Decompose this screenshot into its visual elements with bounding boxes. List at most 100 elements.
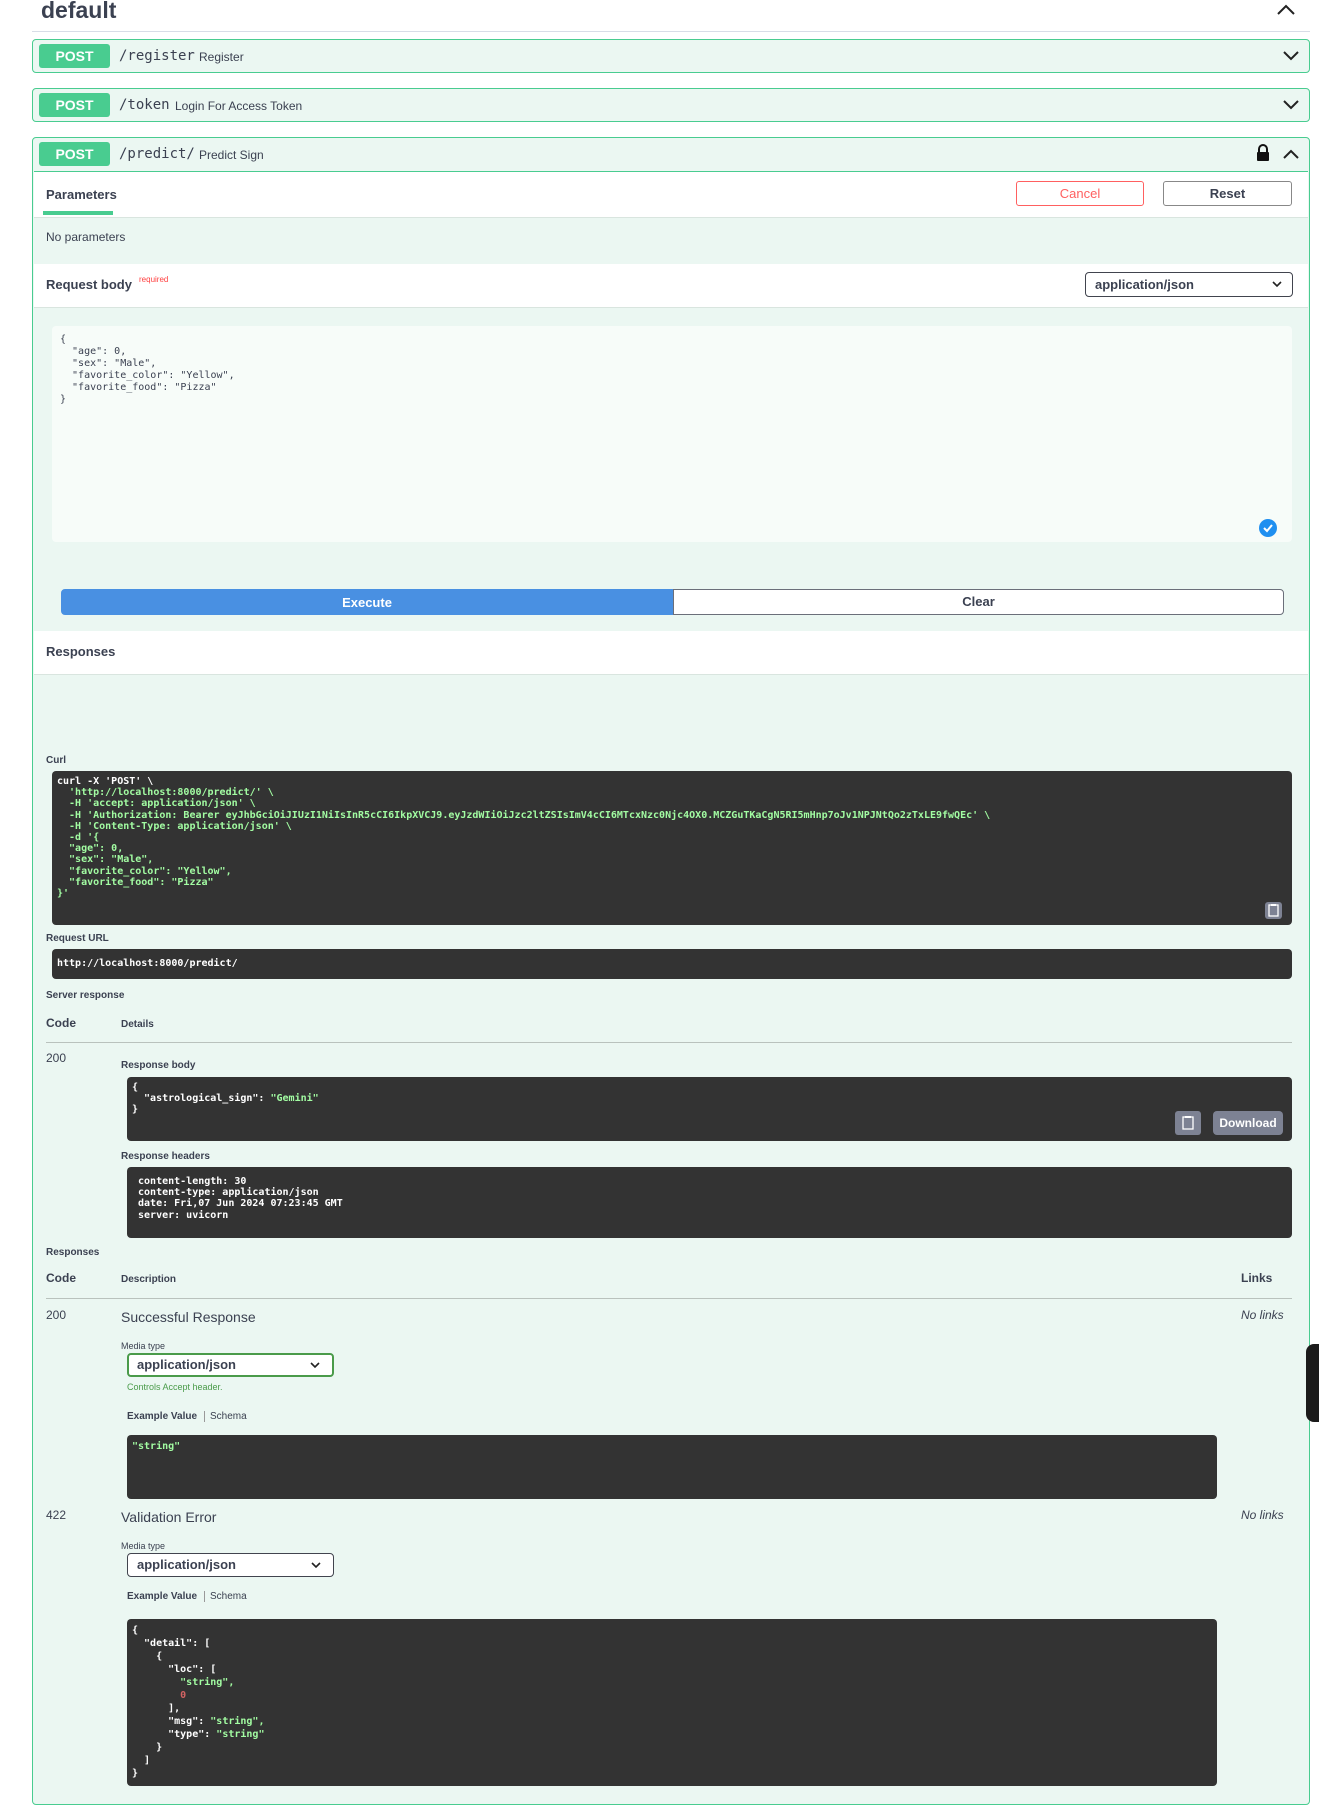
operation-path: /predict/ bbox=[119, 146, 195, 162]
server-response-label: Server response bbox=[46, 990, 125, 1001]
parameters-header: Parameters Cancel Reset bbox=[34, 172, 1308, 217]
tab-divider bbox=[204, 1411, 205, 1422]
divider bbox=[34, 307, 1308, 308]
divider bbox=[46, 1042, 1292, 1043]
chevron-down-icon[interactable] bbox=[1281, 96, 1301, 114]
request-url-label: Request URL bbox=[46, 933, 109, 944]
download-button[interactable]: Download bbox=[1213, 1111, 1283, 1135]
tab-example-value[interactable]: Example Value bbox=[127, 1411, 197, 1422]
curl-line: 'http://localhost:8000/predict/' \ bbox=[57, 787, 274, 799]
method-badge: POST bbox=[39, 142, 110, 166]
valid-check-icon bbox=[1259, 519, 1277, 537]
media-type-select[interactable]: application/json bbox=[127, 1553, 334, 1577]
curl-label: Curl bbox=[46, 755, 66, 766]
description-column-header: Description bbox=[121, 1274, 177, 1285]
copy-icon[interactable] bbox=[1175, 1111, 1201, 1135]
curl-line: "favorite_color": "Yellow", bbox=[57, 865, 232, 877]
response-code: 200 bbox=[46, 1308, 67, 1322]
tag-header[interactable]: default bbox=[32, 0, 1310, 32]
chevron-down-icon[interactable] bbox=[1281, 47, 1301, 65]
content-type-select[interactable]: application/json bbox=[1085, 272, 1293, 297]
example-value-block: { "detail": [ { "loc": [ "string", 0 ], … bbox=[127, 1619, 1217, 1786]
request-body-title: Request body bbox=[46, 277, 132, 292]
reset-button[interactable]: Reset bbox=[1163, 181, 1292, 206]
links-column-header: Links bbox=[1241, 1271, 1273, 1285]
curl-line: "age": 0, bbox=[57, 843, 124, 855]
operation-summary-text: Login For Access Token bbox=[175, 99, 303, 113]
tab-example-value[interactable]: Example Value bbox=[127, 1591, 197, 1602]
response-description: Successful Response bbox=[121, 1309, 256, 1325]
details-column-header: Details bbox=[121, 1019, 154, 1030]
curl-line: "sex": "Male", bbox=[57, 854, 154, 866]
json-brace: } bbox=[132, 1104, 139, 1116]
operation-summary-text: Predict Sign bbox=[199, 148, 264, 162]
copy-icon[interactable] bbox=[1265, 902, 1282, 919]
response-links: No links bbox=[1241, 1308, 1284, 1322]
tag-title: default bbox=[41, 0, 117, 23]
response-description: Validation Error bbox=[121, 1509, 217, 1525]
tab-parameters[interactable]: Parameters bbox=[46, 187, 117, 202]
media-type-label: Media type bbox=[121, 1341, 166, 1351]
operation-summary-text: Register bbox=[199, 50, 244, 64]
response-body-label: Response body bbox=[121, 1060, 196, 1071]
json-line: "astrological_sign": "Gemini" bbox=[132, 1093, 319, 1105]
tab-underline bbox=[43, 211, 113, 215]
operation-summary[interactable]: POST /register Register bbox=[33, 40, 1309, 73]
curl-code-block[interactable]: curl -X 'POST' \ 'http://localhost:8000/… bbox=[52, 771, 1292, 925]
operation-predict: POST /predict/ Predict Sign Parameters C… bbox=[32, 137, 1310, 1805]
request-body-header: Request body required application/json bbox=[34, 264, 1308, 307]
operation-token[interactable]: POST /token Login For Access Token bbox=[32, 88, 1310, 122]
code-column-header: Code bbox=[46, 1271, 76, 1285]
execute-button[interactable]: Execute bbox=[61, 589, 673, 615]
curl-line: -H 'accept: application/json' \ bbox=[57, 798, 256, 810]
operation-summary[interactable]: POST /token Login For Access Token bbox=[33, 89, 1309, 122]
curl-line: }' bbox=[57, 888, 70, 900]
divider bbox=[34, 217, 1308, 218]
request-url-value: http://localhost:8000/predict/ bbox=[52, 949, 1292, 979]
response-body-block[interactable]: { "astrological_sign": "Gemini"} bbox=[127, 1077, 1292, 1141]
example-value-block: "string" bbox=[127, 1435, 1217, 1499]
code-column-header: Code bbox=[46, 1016, 76, 1030]
curl-line: -H 'Content-Type: application/json' \ bbox=[57, 820, 292, 832]
operation-summary[interactable]: POST /predict/ Predict Sign bbox=[33, 138, 1309, 171]
chevron-up-icon[interactable] bbox=[1281, 145, 1301, 163]
response-headers-label: Response headers bbox=[121, 1151, 210, 1162]
responses-label: Responses bbox=[46, 1247, 100, 1258]
tab-schema[interactable]: Schema bbox=[210, 1591, 247, 1602]
chevron-up-icon[interactable] bbox=[1274, 0, 1298, 20]
operation-register[interactable]: POST /register Register bbox=[32, 39, 1310, 73]
response-links: No links bbox=[1241, 1508, 1284, 1522]
operation-path: /register bbox=[119, 48, 195, 64]
controls-accept-text: Controls Accept header. bbox=[127, 1382, 223, 1392]
method-badge: POST bbox=[39, 44, 110, 68]
server-response-code: 200 bbox=[46, 1051, 67, 1065]
divider bbox=[34, 674, 1308, 675]
curl-line: "favorite_food": "Pizza" bbox=[57, 876, 214, 888]
cancel-button[interactable]: Cancel bbox=[1016, 181, 1144, 206]
required-label: required bbox=[139, 275, 169, 284]
tab-schema[interactable]: Schema bbox=[210, 1411, 247, 1422]
media-type-value: application/json bbox=[137, 1357, 236, 1372]
no-parameters-text: No parameters bbox=[46, 230, 126, 244]
request-body-editor[interactable]: { "age": 0, "sex": "Male", "favorite_col… bbox=[52, 326, 1292, 542]
chevron-down-icon bbox=[311, 1562, 321, 1569]
media-type-value: application/json bbox=[137, 1557, 236, 1572]
divider bbox=[46, 1298, 1292, 1299]
response-headers-block: content-length: 30 content-type: applica… bbox=[127, 1167, 1292, 1238]
clear-button[interactable]: Clear bbox=[673, 589, 1284, 615]
json-brace: { bbox=[132, 1082, 139, 1093]
curl-line: -d '{ bbox=[57, 832, 100, 844]
responses-header: Responses bbox=[34, 631, 1308, 674]
chevron-down-icon bbox=[310, 1362, 320, 1369]
response-code: 422 bbox=[46, 1508, 67, 1522]
lock-icon[interactable] bbox=[1255, 144, 1271, 162]
method-badge: POST bbox=[39, 93, 110, 117]
operation-path: /token bbox=[119, 97, 170, 113]
side-drawer-handle[interactable] bbox=[1306, 1344, 1319, 1422]
chevron-down-icon bbox=[1272, 281, 1282, 288]
curl-line: curl -X 'POST' \ bbox=[57, 776, 154, 787]
responses-title: Responses bbox=[46, 644, 116, 659]
media-type-select[interactable]: application/json bbox=[127, 1353, 334, 1377]
curl-line: -H 'Authorization: Bearer eyJhbGciOiJIUz… bbox=[57, 809, 991, 821]
content-type-value: application/json bbox=[1095, 277, 1194, 292]
